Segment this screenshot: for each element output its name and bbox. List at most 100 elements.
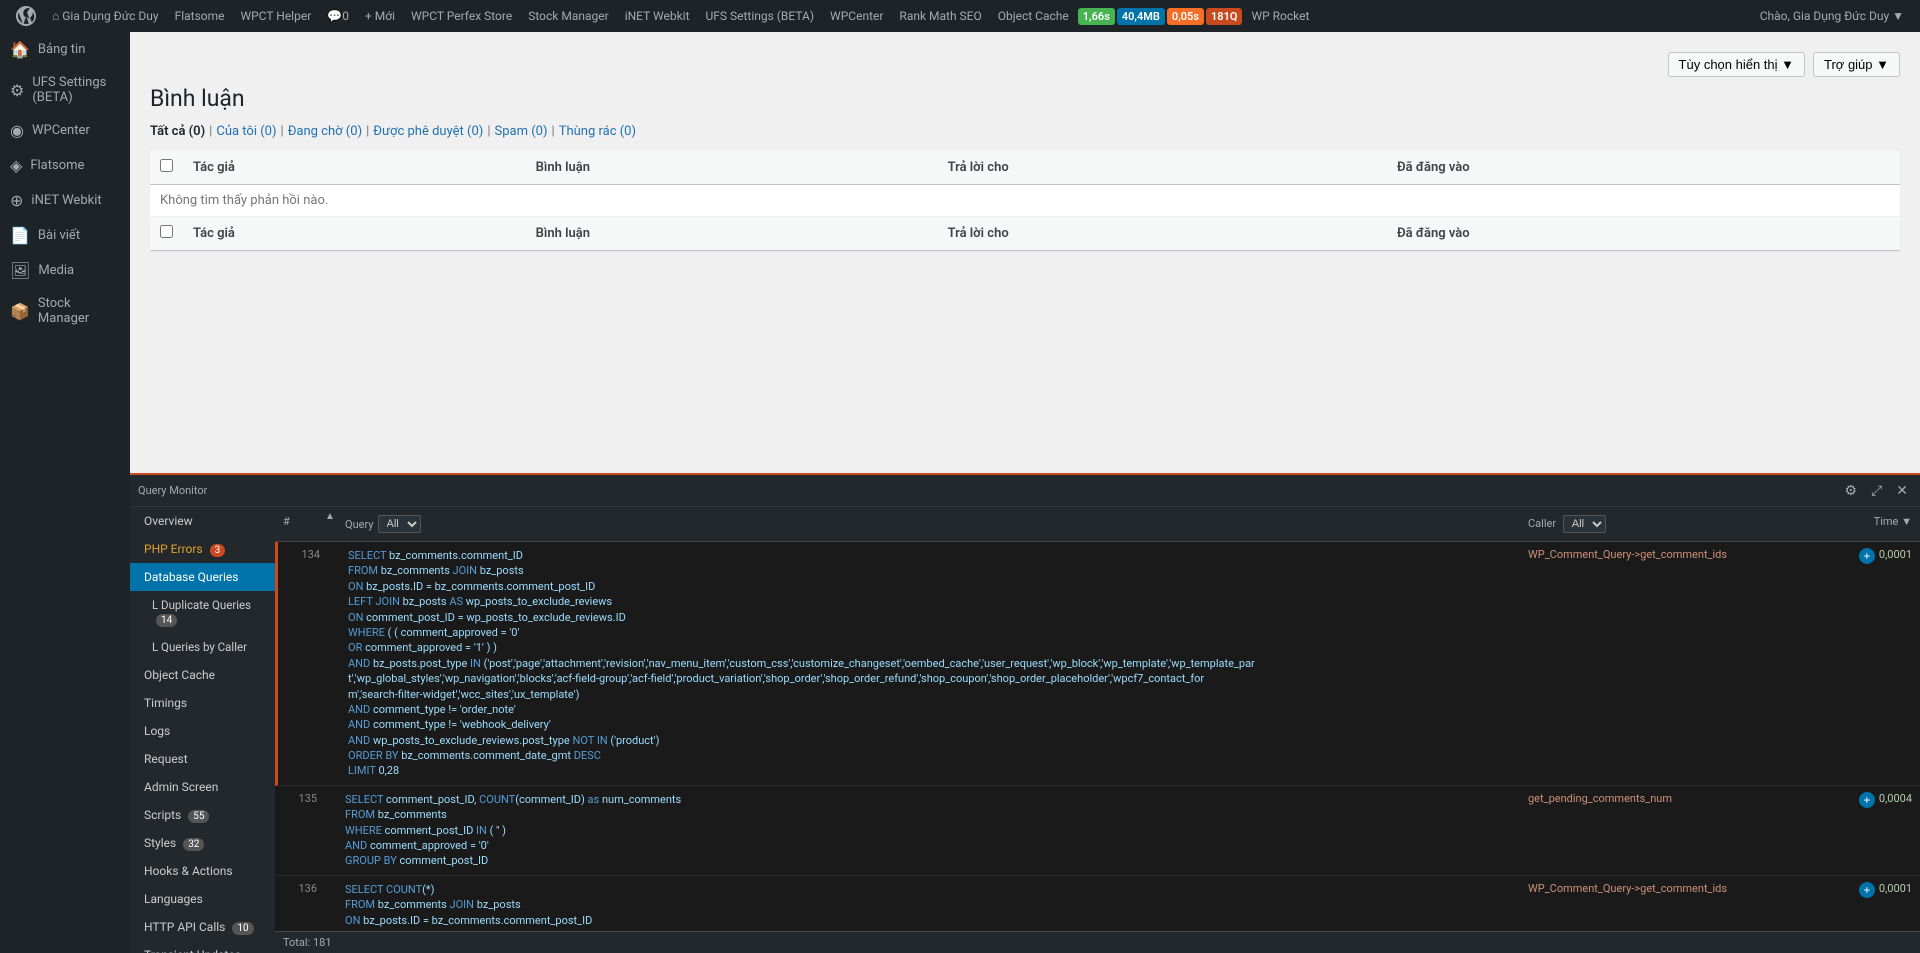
filter-trash[interactable]: Thùng rác (0) <box>559 124 636 139</box>
row-time-134: + 0,0001 <box>1840 542 1920 570</box>
qm-perf-bar[interactable]: 1,66s 40,4MB 0,05s 181Q <box>1077 8 1244 25</box>
filter-all[interactable]: Tất cả (0) <box>150 124 205 139</box>
qm-title: Query Monitor <box>138 484 207 497</box>
qm-nav-overview[interactable]: Overview <box>130 507 275 535</box>
stock-icon: 📦 <box>10 302 30 321</box>
sidebar-item-flatsome[interactable]: ◈ Flatsome <box>0 148 130 183</box>
row-caller-135: get_pending_comments_num <box>1520 786 1840 811</box>
sidebar-item-inet[interactable]: ⊕ iNET Webkit <box>0 183 130 218</box>
qm-table-body: 134 SELECT bz_comments.comment_ID FROM b… <box>275 542 1920 931</box>
adminbar-flatsome[interactable]: Flatsome <box>167 0 233 32</box>
comment-filters: Tất cả (0) | Của tôi (0) | Đang chờ (0) … <box>150 124 1900 139</box>
adminbar-stock[interactable]: Stock Manager <box>520 0 616 32</box>
qm-nav-transient[interactable]: Transient Updates <box>130 941 275 953</box>
qm-nav-styles[interactable]: Styles 32 <box>130 829 275 857</box>
qm-settings-button[interactable]: ⚙ <box>1841 480 1862 501</box>
row-query-135: SELECT comment_post_ID, COUNT(comment_ID… <box>337 786 1520 875</box>
qm-col-time-header[interactable]: Time ▼ <box>1840 511 1920 537</box>
sidebar-item-dashboard[interactable]: 🏠 Bảng tin <box>0 32 130 67</box>
sidebar-item-wpcenter[interactable]: ◉ WPCenter <box>0 113 130 148</box>
wp-logo[interactable] <box>8 6 44 26</box>
adminbar-right: Chào, Gia Dụng Đức Duy ▼ <box>1752 0 1912 32</box>
qm-query-filter[interactable]: All <box>378 515 421 533</box>
filter-pending[interactable]: Đang chờ (0) <box>288 124 362 139</box>
qm-nav-logs[interactable]: Logs <box>130 717 275 745</box>
screen-options-button[interactable]: Tùy chọn hiển thị ▼ <box>1668 52 1805 77</box>
row-query-136: SELECT COUNT(*) FROM bz_comments JOIN bz… <box>337 876 1520 931</box>
qm-nav-admin-screen[interactable]: Admin Screen <box>130 773 275 801</box>
qm-caller-filter[interactable]: All <box>1563 515 1606 533</box>
adminbar-objectcache[interactable]: Object Cache <box>990 0 1077 32</box>
adminbar-inet[interactable]: iNET Webkit <box>617 0 698 32</box>
table-footer-row: Tác giả Bình luận Trả lời cho Đã đăng và… <box>150 217 1900 251</box>
admin-sidebar: 🏠 Bảng tin ⚙ UFS Settings (BETA) ◉ WPCen… <box>0 32 130 953</box>
main-right: Tùy chọn hiển thị ▼ Trợ giúp ▼ Bình luận… <box>130 32 1920 953</box>
wpcenter-icon: ◉ <box>10 121 24 140</box>
select-all-checkbox-footer[interactable] <box>160 225 173 238</box>
qm-close-button[interactable]: ✕ <box>1892 480 1912 501</box>
qm-nav-scripts[interactable]: Scripts 55 <box>130 801 275 829</box>
qm-nav-dup-queries[interactable]: L Duplicate Queries 14 <box>130 591 275 633</box>
table-row: 136 SELECT COUNT(*) FROM bz_comments JOI… <box>275 876 1920 931</box>
qm-nav-db-queries[interactable]: Database Queries <box>130 563 275 591</box>
qm-table-header: # ▲ Query All Caller All <box>275 507 1920 542</box>
dashboard-icon: 🏠 <box>10 40 30 59</box>
qm-nav-request[interactable]: Request <box>130 745 275 773</box>
qm-nav-timings[interactable]: Timings <box>130 689 275 717</box>
row-num-135: 135 <box>275 786 325 811</box>
table-header-row: Tác giả Bình luận Trả lời cho Đã đăng và… <box>150 151 1900 185</box>
adminbar-rankmath[interactable]: Rank Math SEO <box>891 0 989 32</box>
adminbar-wpcenter[interactable]: WPCenter <box>822 0 891 32</box>
col-posted: Đã đăng vào <box>1387 151 1900 185</box>
qm-nav-object-cache[interactable]: Object Cache <box>130 661 275 689</box>
filter-spam[interactable]: Spam (0) <box>495 124 548 139</box>
qm-expand-button[interactable]: ⤢ <box>1867 480 1886 501</box>
qm-footer: Total: 181 <box>275 931 1920 953</box>
qm-nav-queries-by-caller[interactable]: L Queries by Caller <box>130 633 275 661</box>
ufs-icon: ⚙ <box>10 81 24 100</box>
col-comment: Bình luận <box>526 151 938 185</box>
adminbar-new[interactable]: + Mới <box>357 0 403 32</box>
adminbar-ufs[interactable]: UFS Settings (BETA) <box>698 0 823 32</box>
qm-col-num-header: # <box>275 511 325 537</box>
help-button[interactable]: Trợ giúp ▼ <box>1813 52 1900 77</box>
qm-panel-header: Query Monitor ⚙ ⤢ ✕ <box>130 475 1920 507</box>
media-icon: 🖼 <box>10 261 30 280</box>
adminbar-wpct[interactable]: WPCT Helper <box>233 0 320 32</box>
qm-nav-http-api[interactable]: HTTP API Calls 10 <box>130 913 275 941</box>
select-all-checkbox[interactable] <box>160 159 173 172</box>
row-expand-136[interactable]: + <box>1859 882 1875 898</box>
qm-total: Total: 181 <box>283 936 332 949</box>
row-expand-134[interactable]: + <box>1859 548 1875 564</box>
sidebar-item-stock[interactable]: 📦 Stock Manager <box>0 288 130 334</box>
perf-seconds: 0,05s <box>1167 8 1204 25</box>
sidebar-item-posts[interactable]: 📄 Bài viết <box>0 218 130 253</box>
adminbar-site[interactable]: ⌂ Gia Dụng Đức Duy <box>44 0 167 32</box>
flatsome-icon: ◈ <box>10 156 22 175</box>
qm-nav-php-errors[interactable]: PHP Errors 3 <box>130 535 275 563</box>
adminbar-comments[interactable]: 💬 0 <box>319 0 357 32</box>
site-icon: ⌂ <box>52 9 59 23</box>
no-items-row: Không tìm thấy phản hồi nào. <box>150 185 1900 217</box>
row-caller-136: WP_Comment_Query->get_comment_ids <box>1520 876 1840 901</box>
sidebar-item-media[interactable]: 🖼 Media <box>0 253 130 288</box>
admin-bar: ⌂ Gia Dụng Đức Duy Flatsome WPCT Helper … <box>0 0 1920 32</box>
qm-col-caller-header: Caller All <box>1520 511 1840 537</box>
qm-nav-sidebar: Overview PHP Errors 3 Database Queries L… <box>130 507 275 953</box>
adminbar-greeting[interactable]: Chào, Gia Dụng Đức Duy ▼ <box>1752 0 1912 32</box>
filter-approved[interactable]: Được phê duyệt (0) <box>373 124 483 139</box>
qm-nav-languages[interactable]: Languages <box>130 885 275 913</box>
qm-body: Overview PHP Errors 3 Database Queries L… <box>130 507 1920 953</box>
qm-nav-hooks[interactable]: Hooks & Actions <box>130 857 275 885</box>
row-expand-135[interactable]: + <box>1859 792 1875 808</box>
filter-mine[interactable]: Của tôi (0) <box>216 124 276 139</box>
adminbar-wp-rocket[interactable]: WP Rocket <box>1243 0 1317 32</box>
sidebar-item-ufs[interactable]: ⚙ UFS Settings (BETA) <box>0 67 130 113</box>
styles-badge: 32 <box>183 838 204 851</box>
row-time-136: + 0,0001 <box>1840 876 1920 904</box>
adminbar-perfex[interactable]: WPCT Perfex Store <box>403 0 520 32</box>
col-author: Tác giả <box>183 151 526 185</box>
col-checkbox-footer <box>150 217 183 251</box>
col-reply-to-footer: Trả lời cho <box>938 217 1387 251</box>
row-query-134: SELECT bz_comments.comment_ID FROM bz_co… <box>340 542 1520 785</box>
